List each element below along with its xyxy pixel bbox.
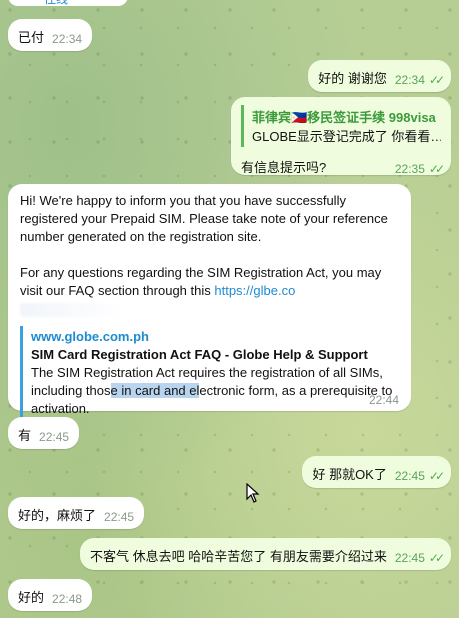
reply-snippet: GLOBE显示登记完成了 你看看… (252, 129, 441, 144)
message-time: 22:34 (52, 32, 83, 46)
message-time: 22:45 (394, 551, 425, 565)
link-preview[interactable]: www.globe.com.ph SIM Card Registration A… (20, 326, 399, 420)
selected-text: e in card and el (110, 383, 200, 398)
message-time: 22:35 (394, 162, 425, 176)
message-incoming[interactable]: 好的 22:48 (8, 579, 93, 611)
message-text: 好的，麻烦了 (18, 508, 97, 523)
read-checkmarks-icon: ✓✓ (428, 469, 445, 483)
faq-link[interactable]: https://glbe.co (214, 283, 295, 298)
message-paragraph: Hi! We're happy to inform you that you h… (20, 193, 388, 244)
previous-message-link[interactable]: 往线 (44, 0, 68, 6)
link-preview-description: The SIM Registration Act requires the re… (31, 364, 399, 418)
message-time: 22:45 (39, 430, 70, 444)
message-outgoing[interactable]: 不客气 休息去吧 哈哈辛苦您了 有朋友需要介绍过来 22:45 ✓✓ (80, 538, 451, 570)
redacted-area (20, 302, 124, 317)
message-text: 好的 谢谢您 (318, 71, 387, 86)
message-time: 22:45 (394, 469, 425, 483)
read-checkmarks-icon: ✓✓ (428, 162, 445, 176)
previous-message-stub: 往线 (8, 0, 128, 6)
message-text: 好 那就OK了 (312, 467, 387, 482)
message-time: 22:34 (394, 73, 425, 87)
message-text: 有 (18, 428, 32, 443)
read-checkmarks-icon: ✓✓ (428, 551, 445, 565)
message-text: 不客气 休息去吧 哈哈辛苦您了 有朋友需要介绍过来 (90, 549, 387, 564)
link-preview-site: www.globe.com.ph (31, 329, 149, 344)
message-incoming[interactable]: 有 22:45 (8, 417, 80, 449)
mouse-cursor-icon (246, 483, 260, 503)
reply-author: 菲律宾🇵🇭移民签证手续 998visa (252, 110, 436, 125)
message-time: 22:44 (368, 393, 399, 407)
message-paragraph-2: For any questions regarding the SIM Regi… (20, 264, 399, 318)
message-incoming-long[interactable]: Hi! We're happy to inform you that you h… (8, 184, 411, 420)
message-outgoing[interactable]: 好 那就OK了 22:45 ✓✓ (302, 456, 451, 488)
read-checkmarks-icon: ✓✓ (428, 73, 445, 87)
message-text: 有信息提示吗? (241, 160, 327, 175)
message-time: 22:45 (104, 510, 135, 524)
message-paragraph-text: For any questions regarding the SIM Regi… (20, 265, 382, 298)
link-preview-title: SIM Card Registration Act FAQ - Globe He… (31, 347, 368, 362)
message-time: 22:48 (52, 592, 83, 606)
message-outgoing[interactable]: 好的 谢谢您 22:34 ✓✓ (308, 60, 451, 92)
message-text: 好的 (18, 590, 45, 605)
message-outgoing-reply[interactable]: 菲律宾🇵🇭移民签证手续 998visa GLOBE显示登记完成了 你看看… 有信… (231, 97, 451, 176)
message-incoming[interactable]: 好的，麻烦了 22:45 (8, 497, 145, 529)
reply-quote[interactable]: 菲律宾🇵🇭移民签证手续 998visa GLOBE显示登记完成了 你看看… (241, 105, 441, 147)
message-incoming[interactable]: 已付 22:34 (8, 19, 93, 51)
message-text: 已付 (18, 30, 45, 45)
